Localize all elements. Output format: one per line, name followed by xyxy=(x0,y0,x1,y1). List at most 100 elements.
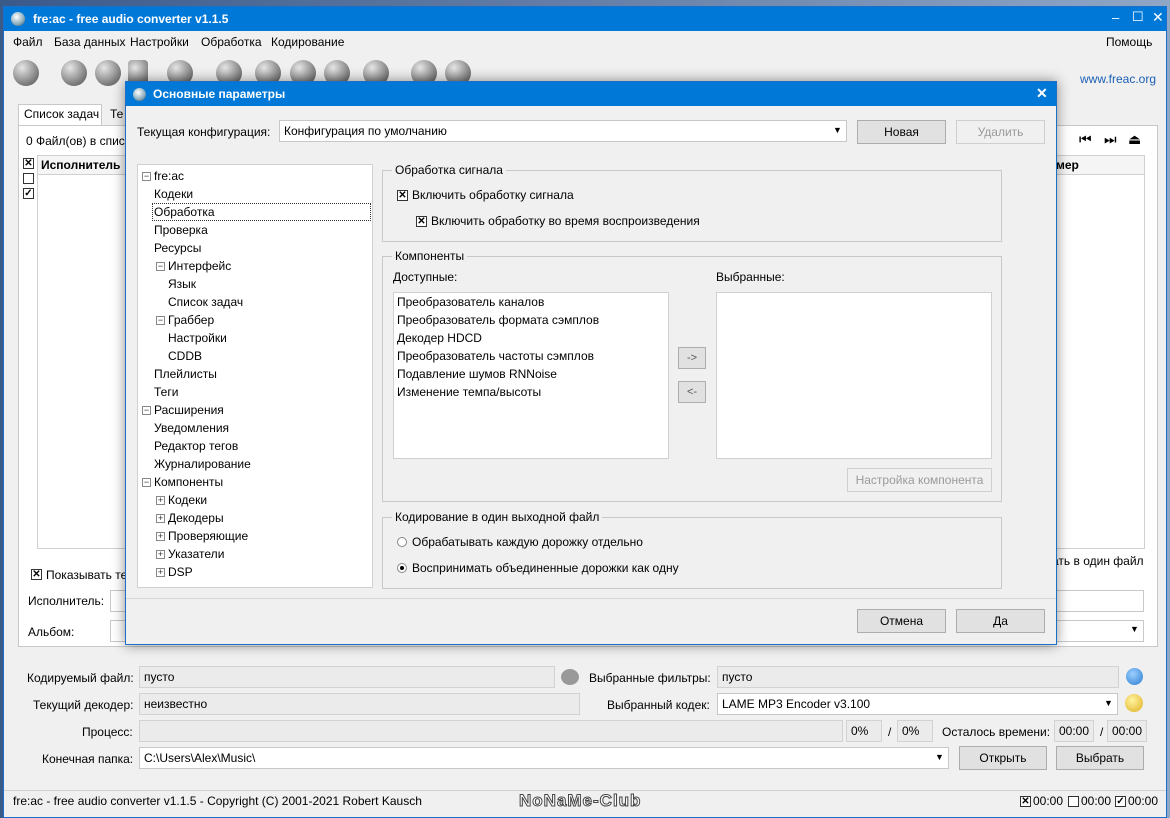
codec-dropdown-icon[interactable]: ▼ xyxy=(1104,698,1113,708)
tree-tags[interactable]: Теги xyxy=(154,384,178,400)
tree-comp-decoders[interactable]: Декодеры xyxy=(168,510,224,526)
output-folder-label: Конечная папка: xyxy=(42,752,134,766)
config-dropdown-icon[interactable]: ▼ xyxy=(833,125,842,135)
enable-signal-checkbox[interactable]: ✕ xyxy=(397,190,408,201)
add-files-icon[interactable] xyxy=(13,60,39,86)
show-title-checkbox[interactable]: ✕ xyxy=(31,569,42,580)
codec-select[interactable]: LAME MP3 Encoder v3.100 xyxy=(717,693,1118,715)
list-item[interactable]: Декодер HDCD xyxy=(394,329,668,347)
collapse-icon[interactable]: − xyxy=(142,172,151,181)
codec-settings-icon[interactable] xyxy=(1125,694,1143,712)
tree-interface[interactable]: Интерфейс xyxy=(168,258,231,274)
menu-database[interactable]: База данных xyxy=(54,35,125,49)
list-item[interactable]: Подавление шумов RNNoise xyxy=(394,365,668,383)
tree-root[interactable]: fre:ac xyxy=(154,168,184,184)
prev-track-icon[interactable]: ⏮ xyxy=(1079,131,1092,148)
add-cd-icon[interactable] xyxy=(61,60,87,86)
tree-codecs[interactable]: Кодеки xyxy=(154,186,193,202)
new-config-button[interactable]: Новая xyxy=(857,120,946,144)
dialog-close-icon[interactable]: ✕ xyxy=(1036,85,1048,102)
config-select[interactable]: Конфигурация по умолчанию xyxy=(279,120,847,142)
list-item[interactable]: Преобразователь формата сэмплов xyxy=(394,311,668,329)
website-link[interactable]: www.freac.org xyxy=(1080,72,1156,86)
list-item[interactable]: Изменение темпа/высоты xyxy=(394,383,668,401)
menu-help[interactable]: Помощь xyxy=(1106,35,1152,49)
menu-file[interactable]: Файл xyxy=(13,35,43,49)
current-decoder-label: Текущий декодер: xyxy=(33,698,134,712)
tree-processing[interactable]: Обработка xyxy=(154,204,215,220)
collapse-icon[interactable]: − xyxy=(142,478,151,487)
tree-notifications[interactable]: Уведомления xyxy=(154,420,229,436)
encoding-file-value: пусто xyxy=(139,666,555,688)
collapse-icon[interactable]: − xyxy=(156,316,165,325)
time-left-label: Осталось времени: xyxy=(942,725,1051,739)
expand-icon[interactable]: + xyxy=(156,532,165,541)
eject-icon[interactable]: ⏏ xyxy=(1128,131,1141,148)
maximize-icon[interactable]: ☐ xyxy=(1132,9,1144,25)
expand-icon[interactable]: + xyxy=(156,550,165,559)
app-logo-icon xyxy=(11,12,25,26)
list-item[interactable]: Преобразователь каналов xyxy=(394,293,668,311)
menu-encoding[interactable]: Кодирование xyxy=(271,35,344,49)
collapse-icon[interactable]: − xyxy=(142,406,151,415)
delete-config-button[interactable]: Удалить xyxy=(956,120,1045,144)
configure-component-button[interactable]: Настройка компонента xyxy=(847,468,992,492)
expand-icon[interactable]: + xyxy=(156,568,165,577)
header-checkbox[interactable]: ✕ xyxy=(23,158,34,169)
next-track-icon[interactable]: ⏭ xyxy=(1104,131,1117,148)
remove-component-button[interactable]: <- xyxy=(678,381,706,403)
open-folder-button[interactable]: Открыть xyxy=(959,746,1047,770)
selected-list[interactable] xyxy=(716,292,992,459)
tree-comp-dsp[interactable]: DSP xyxy=(168,564,193,580)
signal-group-title: Обработка сигнала xyxy=(392,163,506,177)
tree-logging[interactable]: Журналирование xyxy=(154,456,251,472)
single-file-group: Кодирование в один выходной файл xyxy=(382,510,1002,589)
tree-playlists[interactable]: Плейлисты xyxy=(154,366,217,382)
selected-label: Выбранные: xyxy=(716,270,785,284)
collapse-icon[interactable]: − xyxy=(156,262,165,271)
list-item[interactable]: Преобразователь частоты сэмплов xyxy=(394,347,668,365)
status-checkbox-2[interactable] xyxy=(1068,796,1079,807)
tree-ripper-settings[interactable]: Настройки xyxy=(168,330,227,346)
tree-tag-editor[interactable]: Редактор тегов xyxy=(154,438,238,454)
folder-dropdown-icon[interactable]: ▼ xyxy=(935,752,944,762)
tree-comp-indexers[interactable]: Указатели xyxy=(168,546,224,562)
close-icon[interactable]: ✕ xyxy=(1152,9,1164,26)
status-checkbox-1[interactable]: ✕ xyxy=(1020,796,1031,807)
expand-icon[interactable]: + xyxy=(156,514,165,523)
expand-icon[interactable]: + xyxy=(156,496,165,505)
tree-components[interactable]: Компоненты xyxy=(154,474,223,490)
available-list[interactable]: Преобразователь каналов Преобразователь … xyxy=(393,292,669,459)
radio-joined-tracks[interactable] xyxy=(397,563,407,573)
enable-playback-checkbox[interactable]: ✕ xyxy=(416,216,427,227)
info-icon[interactable] xyxy=(1126,668,1143,685)
row-checkbox[interactable]: ✓ xyxy=(23,188,34,199)
tab-second-label[interactable]: Те xyxy=(110,107,123,121)
process-label: Процесс: xyxy=(82,725,133,739)
output-folder-input[interactable]: C:\Users\Alex\Music\ xyxy=(139,747,949,769)
status-checkbox-3[interactable]: ✓ xyxy=(1115,796,1126,807)
music-icon[interactable] xyxy=(95,60,121,86)
tree-resources[interactable]: Ресурсы xyxy=(154,240,201,256)
ok-button[interactable]: Да xyxy=(956,609,1045,633)
tree-cddb[interactable]: CDDB xyxy=(168,348,202,364)
tree-comp-codecs[interactable]: Кодеки xyxy=(168,492,207,508)
tree-comp-verifiers[interactable]: Проверяющие xyxy=(168,528,248,544)
add-component-button[interactable]: -> xyxy=(678,347,706,369)
radio-each-track[interactable] xyxy=(397,537,407,547)
album-dropdown-icon[interactable]: ▼ xyxy=(1130,624,1139,634)
menu-processing[interactable]: Обработка xyxy=(201,35,262,49)
column-number[interactable]: мер xyxy=(1056,158,1079,172)
tree-joblist[interactable]: Список задач xyxy=(168,294,243,310)
column-artist[interactable]: Исполнитель xyxy=(41,158,120,172)
menu-settings[interactable]: Настройки xyxy=(130,35,189,49)
tree-extensions[interactable]: Расширения xyxy=(154,402,224,418)
tree-ripper[interactable]: Граббер xyxy=(168,312,214,328)
cancel-button[interactable]: Отмена xyxy=(857,609,946,633)
radio-each-track-label: Обрабатывать каждую дорожку отдельно xyxy=(412,535,643,549)
minimize-icon[interactable]: – xyxy=(1112,10,1119,25)
tree-language[interactable]: Язык xyxy=(168,276,196,292)
choose-folder-button[interactable]: Выбрать xyxy=(1056,746,1144,770)
row-checkbox[interactable] xyxy=(23,173,34,184)
tree-verification[interactable]: Проверка xyxy=(154,222,208,238)
